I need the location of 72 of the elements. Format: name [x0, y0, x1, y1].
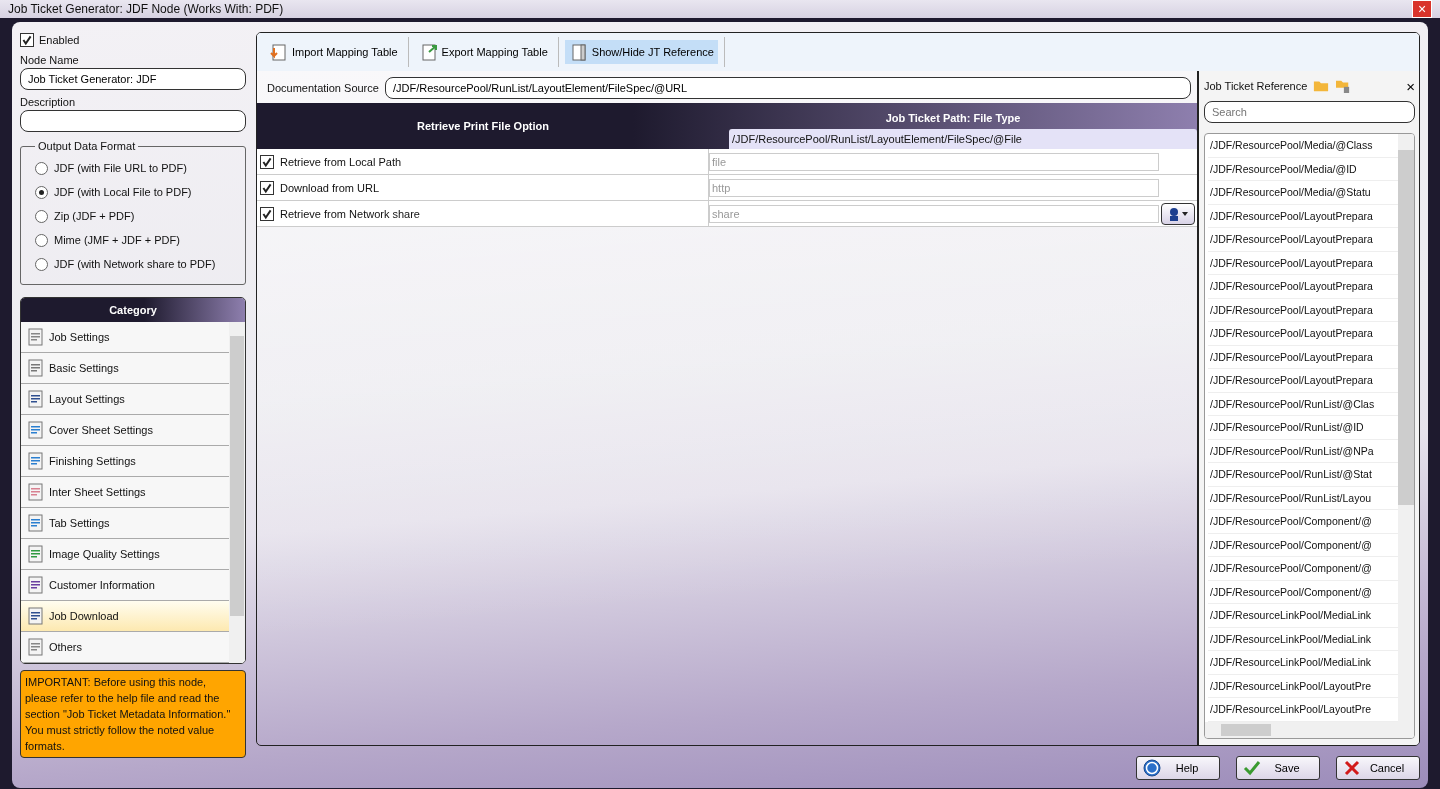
path-field[interactable]: /JDF/ResourcePool/RunList/LayoutElement/FileSpec/@File — [729, 129, 1197, 149]
dialog-button[interactable]: Help — [1136, 755, 1220, 780]
folder-delete-icon[interactable] — [1335, 79, 1352, 93]
option-label: Retrieve from Network share — [280, 207, 420, 220]
import-icon — [269, 42, 289, 62]
notice-text: IMPORTANT: Before using this node, please refer to the help file and read the section "Job Ticket Metadata Information." You must strictly follow the noted value formats. — [20, 670, 246, 758]
radio-button[interactable] — [35, 209, 48, 223]
document-icon — [27, 359, 45, 377]
checkbox[interactable] — [20, 33, 34, 47]
close-button[interactable]: × — [1412, 0, 1432, 18]
category-item[interactable]: Tab Settings — [21, 508, 229, 539]
category-item[interactable]: Layout Settings — [21, 384, 229, 415]
toolbar-button[interactable]: Export Mapping Table — [414, 40, 552, 64]
field-label: Node Name — [20, 54, 80, 68]
document-icon — [27, 421, 45, 439]
field-label: Description — [20, 96, 77, 110]
scrollbar[interactable] — [229, 322, 245, 663]
document-icon — [27, 452, 45, 470]
field-label: Documentation Source — [267, 82, 379, 94]
close-button[interactable]: × — [1406, 77, 1415, 95]
radio-label: Mime (JMF + JDF + PDF) — [54, 234, 180, 246]
input-field[interactable]: /JDF/ResourcePool/RunList/LayoutElement/FileSpec/@URL — [384, 77, 1191, 99]
option-label: Download from URL — [280, 181, 380, 194]
input-field[interactable]: Job Ticket Generator: JDF — [20, 68, 246, 90]
document-icon — [27, 607, 45, 625]
scrollbar[interactable] — [1398, 134, 1414, 722]
radio-button[interactable] — [35, 257, 48, 271]
toolbar-button[interactable]: Show/Hide JT Reference — [564, 40, 718, 64]
category-item[interactable]: Inter Sheet Settings — [21, 477, 229, 508]
document-icon — [27, 576, 45, 594]
checkbox-label: Enabled — [39, 34, 80, 46]
search-field[interactable]: Search — [1204, 101, 1415, 123]
document-icon — [27, 545, 45, 563]
group-title: Output Data Format — [37, 140, 137, 152]
user-dropdown-button[interactable] — [1161, 202, 1195, 225]
option-label: Retrieve from Local Path — [280, 155, 402, 168]
input-field[interactable] — [20, 110, 246, 132]
radio-label: JDF (with Local File to PDF) — [54, 186, 192, 198]
toolbar-button[interactable]: Import Mapping Table — [265, 40, 402, 64]
window-title: Job Ticket Generator: JDF Node (Works With: PDF) — [8, 2, 284, 16]
category-item[interactable]: Others — [21, 632, 229, 663]
category-item[interactable]: Finishing Settings — [21, 446, 229, 477]
document-icon — [27, 514, 45, 532]
category-item[interactable]: Cover Sheet Settings — [21, 415, 229, 446]
radio-button[interactable] — [35, 233, 48, 247]
panel-title: Job Ticket Reference — [1204, 80, 1308, 92]
user-icon — [1167, 206, 1189, 221]
document-icon — [27, 390, 45, 408]
dialog-button[interactable]: Cancel — [1336, 755, 1420, 780]
category-item[interactable]: Customer Information — [21, 570, 229, 601]
category-header: Category — [21, 298, 245, 322]
category-item[interactable]: Image Quality Settings — [21, 539, 229, 570]
radio-button[interactable] — [35, 161, 48, 175]
checkbox[interactable] — [260, 154, 274, 169]
checkbox[interactable] — [260, 180, 274, 195]
category-item[interactable]: Job Settings — [21, 322, 229, 353]
checkbox[interactable] — [260, 206, 274, 221]
document-icon — [27, 328, 45, 346]
category-item[interactable]: Basic Settings — [21, 353, 229, 384]
help-icon — [1143, 758, 1161, 777]
column-header: Job Ticket Path: File Type — [884, 112, 1022, 126]
document-icon — [27, 638, 45, 656]
radio-label: JDF (with File URL to PDF) — [54, 162, 187, 174]
radio-label: JDF (with Network share to PDF) — [54, 258, 216, 270]
dialog-button[interactable]: Save — [1236, 755, 1320, 780]
radio-label: Zip (JDF + PDF) — [54, 210, 135, 222]
checkmark-icon — [1243, 758, 1261, 777]
close-icon — [1343, 758, 1361, 777]
radio-button[interactable] — [35, 185, 48, 199]
category-item[interactable]: Job Download — [21, 601, 229, 632]
column-header: Retrieve Print File Option — [416, 119, 550, 134]
document-icon — [27, 483, 45, 501]
